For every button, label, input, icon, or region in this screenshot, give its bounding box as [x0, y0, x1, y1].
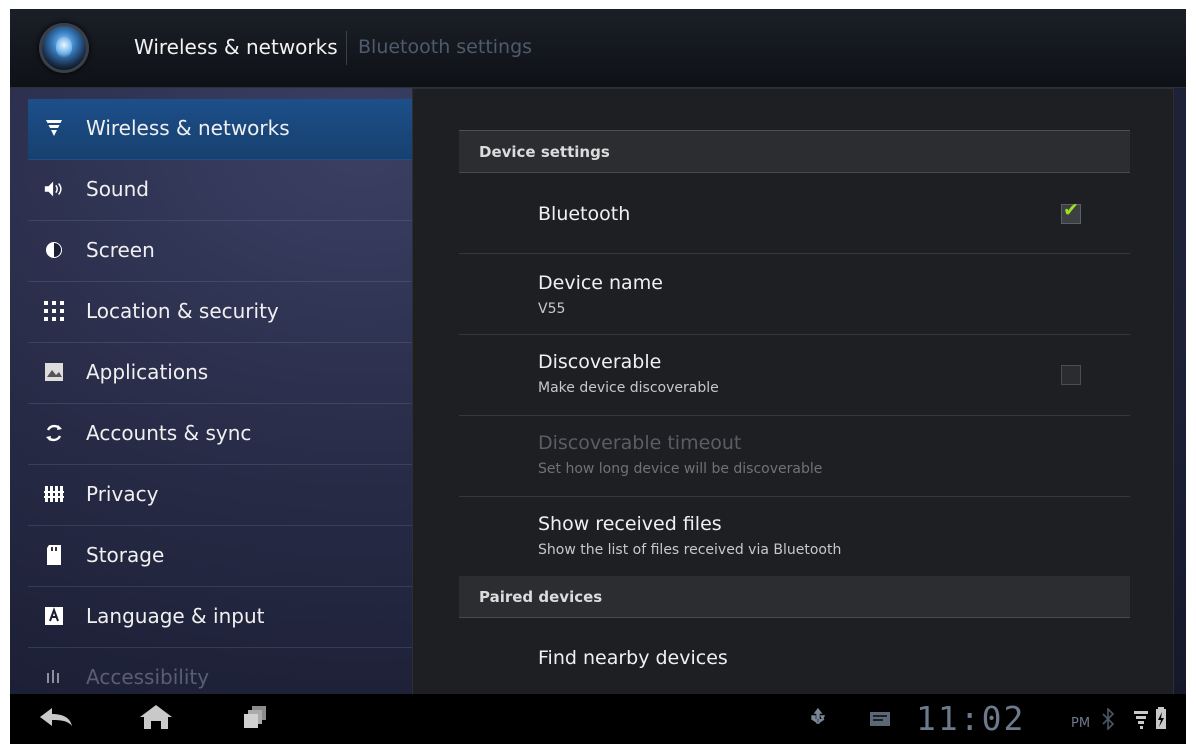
bluetooth-settings-panel: Device settings Bluetooth ✔ Device name … — [412, 88, 1174, 696]
sidebar-item-label: Wireless & networks — [86, 116, 290, 140]
pref-summary: V55 — [538, 301, 566, 317]
sidebar-item-label: Sound — [86, 177, 149, 201]
pref-summary: Set how long device will be discoverable — [538, 461, 823, 477]
bluetooth-checkbox[interactable]: ✔ — [1061, 199, 1081, 224]
sidebar-item-language-input[interactable]: Language & input — [28, 587, 413, 648]
sidebar-item-label: Storage — [86, 543, 165, 567]
wifi-icon — [43, 117, 65, 139]
action-bar: Wireless & networks Bluetooth settings — [10, 9, 1186, 88]
privacy-icon — [43, 483, 65, 505]
sidebar-item-label: Language & input — [86, 604, 265, 628]
checkmark-icon: ✔ — [1063, 199, 1079, 221]
bluetooth-icon[interactable] — [1100, 706, 1116, 732]
sidebar-item-wireless[interactable]: Wireless & networks — [28, 99, 413, 160]
pref-find-nearby-devices[interactable]: Find nearby devices — [459, 619, 1130, 695]
pref-discoverable[interactable]: Discoverable Make device discoverable — [459, 335, 1130, 416]
section-header-label: Device settings — [479, 143, 610, 161]
sidebar-item-label: Privacy — [86, 482, 159, 506]
sidebar-item-storage[interactable]: Storage — [28, 526, 413, 587]
location-grid-icon — [43, 300, 65, 322]
accessibility-icon — [43, 666, 65, 688]
clock-time[interactable]: 11:02 — [916, 699, 1025, 738]
section-header-paired-devices: Paired devices — [459, 576, 1130, 618]
sidebar-item-sound[interactable]: Sound — [28, 160, 413, 221]
pref-title: Find nearby devices — [538, 647, 728, 669]
sync-icon — [43, 422, 65, 444]
brightness-icon — [43, 239, 65, 261]
language-icon — [43, 605, 65, 627]
pref-summary: Show the list of files received via Blue… — [538, 542, 842, 558]
recent-apps-icon — [242, 704, 270, 734]
applications-icon — [43, 361, 65, 383]
notification-icon[interactable] — [868, 706, 892, 732]
section-header-device-settings: Device settings — [459, 131, 1130, 173]
home-button[interactable] — [134, 702, 178, 736]
tablet-screen: Wireless & networks Bluetooth settings W… — [10, 9, 1186, 744]
sidebar-item-label: Accessibility — [86, 665, 210, 689]
sidebar-item-label: Screen — [86, 238, 155, 262]
speaker-icon — [43, 178, 65, 200]
sd-card-icon — [43, 544, 65, 566]
sidebar-item-label: Applications — [86, 360, 209, 384]
sidebar-item-label: Accounts & sync — [86, 421, 252, 445]
system-bar: 11:02 PM — [10, 694, 1186, 744]
sidebar-item-screen[interactable]: Screen — [28, 221, 413, 282]
action-bar-subtitle: Bluetooth settings — [358, 36, 533, 58]
pref-device-name[interactable]: Device name V55 — [459, 254, 1130, 335]
action-bar-title[interactable]: Wireless & networks — [134, 35, 338, 59]
pref-discoverable-timeout: Discoverable timeout Set how long device… — [459, 416, 1130, 497]
pref-summary: Make device discoverable — [538, 380, 719, 396]
settings-category-list: Wireless & networks Sound Screen Locatio… — [28, 99, 413, 694]
sidebar-item-accounts-sync[interactable]: Accounts & sync — [28, 404, 413, 465]
pref-title: Device name — [538, 272, 663, 294]
sidebar-item-privacy[interactable]: Privacy — [28, 465, 413, 526]
sidebar-item-label: Location & security — [86, 299, 279, 323]
discoverable-checkbox[interactable] — [1061, 365, 1081, 385]
recent-apps-button[interactable] — [234, 702, 278, 736]
sidebar-item-accessibility[interactable]: Accessibility — [28, 648, 413, 694]
pref-bluetooth[interactable]: Bluetooth ✔ — [459, 173, 1130, 254]
settings-app-icon[interactable] — [39, 23, 89, 73]
sidebar-item-applications[interactable]: Applications — [28, 343, 413, 404]
sidebar-item-location-security[interactable]: Location & security — [28, 282, 413, 343]
home-icon — [138, 703, 174, 735]
pref-title: Bluetooth — [538, 203, 631, 225]
section-header-label: Paired devices — [479, 588, 603, 606]
back-button[interactable] — [34, 702, 78, 736]
signal-battery-icon[interactable] — [1132, 706, 1172, 732]
pref-title: Discoverable timeout — [538, 432, 742, 454]
clock-ampm: PM — [1071, 716, 1091, 731]
back-icon — [36, 705, 76, 733]
pref-show-received-files[interactable]: Show received files Show the list of fil… — [459, 497, 1130, 577]
pref-title: Discoverable — [538, 351, 662, 373]
usb-icon[interactable] — [808, 706, 828, 732]
pref-title: Show received files — [538, 513, 722, 535]
title-separator — [346, 31, 347, 65]
